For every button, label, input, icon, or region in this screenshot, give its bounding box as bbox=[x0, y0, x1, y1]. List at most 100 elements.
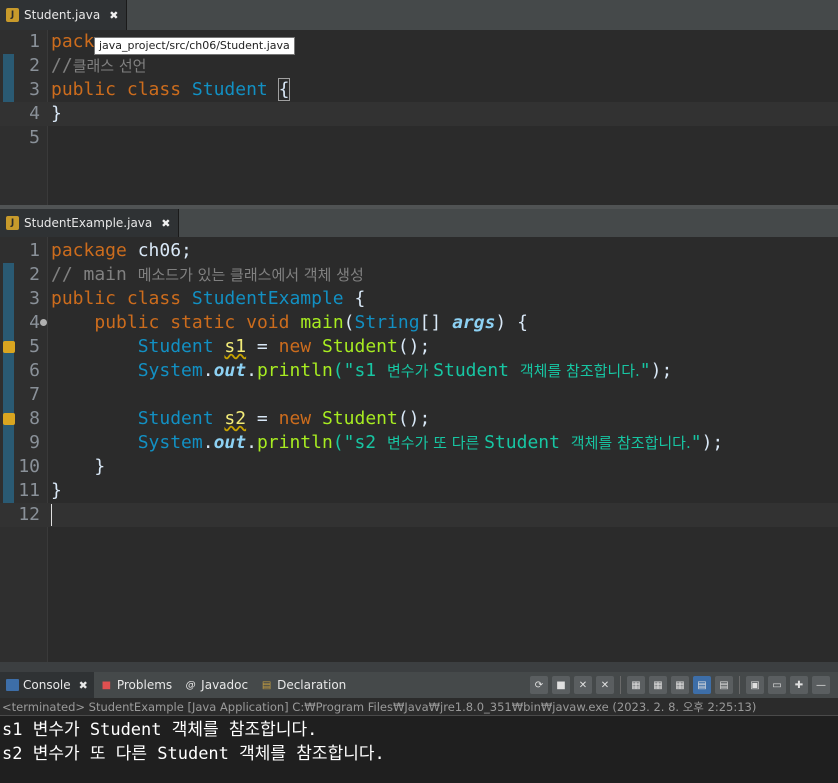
java-file-icon: J bbox=[6, 216, 19, 230]
code-line[interactable]: 1 package ch06; bbox=[0, 239, 838, 263]
code-token: [] bbox=[419, 312, 453, 333]
clear-console-icon[interactable]: ▦ bbox=[627, 676, 645, 694]
open-console-icon[interactable]: ▭ bbox=[768, 676, 786, 694]
code-text: pack bbox=[51, 30, 94, 54]
code-text: public static void main(String[] args) { bbox=[51, 311, 528, 335]
code-line[interactable]: 7 bbox=[0, 383, 838, 407]
minimize-icon[interactable]: — bbox=[812, 676, 830, 694]
display-selected-console-icon[interactable]: ▣ bbox=[746, 676, 764, 694]
refresh-icon[interactable]: ⟳ bbox=[530, 676, 548, 694]
code-line[interactable]: 11} bbox=[0, 479, 838, 503]
code-line[interactable]: 9 System.out.println("s2 변수가 또 다른 Studen… bbox=[0, 431, 838, 455]
code-token: = bbox=[246, 336, 279, 357]
code-token: ( bbox=[343, 312, 355, 333]
code-line[interactable]: 10 } bbox=[0, 455, 838, 479]
file-path-tooltip: java_project/src/ch06/Student.java bbox=[94, 37, 295, 55]
code-token: // bbox=[51, 55, 73, 76]
tab-student-java[interactable]: J Student.java ✖ bbox=[0, 0, 128, 30]
code-token: (); bbox=[397, 408, 431, 429]
code-token: ); bbox=[650, 360, 673, 381]
code-token: StudentExample bbox=[191, 288, 344, 309]
code-text: } bbox=[51, 479, 62, 503]
tab-label: Declaration bbox=[277, 678, 347, 692]
code-line[interactable]: 2 // main 메소드가 있는 클래스에서 객체 생성 bbox=[0, 263, 838, 287]
code-token: " bbox=[690, 432, 702, 453]
line-number: 4 bbox=[29, 103, 40, 124]
code-token: System bbox=[137, 432, 203, 453]
editor-studentexample-java[interactable]: 1 package ch06; 2 // main 메소드가 있는 클래스에서 객체 … bbox=[0, 237, 838, 662]
code-text: //클래스 선언 bbox=[51, 54, 146, 78]
code-line[interactable]: 3 public class Student { bbox=[0, 78, 838, 102]
code-line[interactable]: 4 public static void main(String[] args)… bbox=[0, 311, 838, 335]
code-token: } bbox=[51, 103, 62, 124]
remove-all-icon[interactable]: ✕ bbox=[596, 676, 614, 694]
code-line[interactable]: 6 System.out.println("s1 변수가 Student 객체를… bbox=[0, 359, 838, 383]
code-token: Student bbox=[321, 336, 398, 357]
code-token: ) { bbox=[495, 312, 528, 333]
tab-label: Problems bbox=[116, 678, 173, 692]
code-token: { bbox=[277, 78, 291, 101]
code-token: s1 bbox=[224, 336, 247, 357]
code-token: " bbox=[639, 360, 651, 381]
tab-studentexample-java[interactable]: J StudentExample.java ✖ bbox=[0, 209, 180, 237]
pane-divider[interactable] bbox=[0, 662, 838, 672]
code-token: System bbox=[137, 360, 203, 381]
code-line[interactable]: 4} bbox=[0, 102, 838, 126]
code-text: package ch06; bbox=[51, 239, 192, 263]
code-token: 변수가 또 다른 bbox=[386, 434, 485, 452]
tab-declaration[interactable]: ▤ Declaration bbox=[254, 672, 352, 698]
stop-icon[interactable]: ■ bbox=[552, 676, 570, 694]
tab-javadoc[interactable]: @ Javadoc bbox=[178, 672, 254, 698]
java-file-icon: J bbox=[6, 8, 19, 22]
code-text: System.out.println("s2 변수가 또 다른 Student … bbox=[51, 431, 724, 455]
code-line[interactable]: 3 public class StudentExample { bbox=[0, 287, 838, 311]
console-tabbar: Console ✖ ■ Problems @ Javadoc ▤ Declara… bbox=[0, 672, 838, 698]
remove-launch-icon[interactable]: ✕ bbox=[574, 676, 592, 694]
code-line[interactable]: 8 Student s2 = new Student(); bbox=[0, 407, 838, 431]
editor-student-java[interactable]: 1 pack 2//클래스 선언 3 public class Student {4} 5 bbox=[0, 30, 838, 205]
code-line[interactable]: 12 bbox=[0, 503, 838, 527]
code-line[interactable]: 2 //클래스 선언 bbox=[0, 54, 838, 78]
console-icon bbox=[6, 679, 19, 691]
code-token: new bbox=[278, 336, 312, 357]
scroll-lock-icon[interactable]: ▦ bbox=[649, 676, 667, 694]
code-token: ("s2 bbox=[332, 432, 387, 453]
close-icon[interactable]: ✖ bbox=[161, 217, 170, 230]
tab-problems[interactable]: ■ Problems bbox=[94, 672, 178, 698]
code-token: static bbox=[170, 312, 236, 333]
code-token: // main bbox=[51, 264, 138, 285]
close-icon[interactable]: ✖ bbox=[79, 679, 88, 692]
new-console-icon[interactable]: ✚ bbox=[790, 676, 808, 694]
code-token: = bbox=[246, 408, 279, 429]
code-token: package bbox=[51, 240, 127, 261]
code-token: Student bbox=[321, 408, 398, 429]
code-text: // main 메소드가 있는 클래스에서 객체 생성 bbox=[51, 263, 364, 287]
pin-console-icon[interactable]: ▤ bbox=[693, 676, 711, 694]
code-line[interactable]: 5 bbox=[0, 126, 838, 150]
line-number: 3 bbox=[29, 288, 40, 309]
line-number: 1 bbox=[29, 240, 40, 261]
tab-label: Javadoc bbox=[201, 678, 249, 692]
word-wrap-icon[interactable]: ▦ bbox=[671, 676, 689, 694]
show-console-icon[interactable]: ▤ bbox=[715, 676, 733, 694]
code-line[interactable]: 5 Student s1 = new Student(); bbox=[0, 335, 838, 359]
code-token: . bbox=[246, 360, 257, 381]
close-icon[interactable]: ✖ bbox=[109, 9, 118, 22]
code-token: println bbox=[256, 360, 333, 381]
toolbar-separator bbox=[739, 676, 740, 694]
line-number: 1 bbox=[29, 31, 40, 52]
line-number: 6 bbox=[29, 360, 40, 381]
code-text: Student s2 = new Student(); bbox=[51, 407, 431, 431]
tab-console[interactable]: Console ✖ bbox=[0, 672, 94, 698]
